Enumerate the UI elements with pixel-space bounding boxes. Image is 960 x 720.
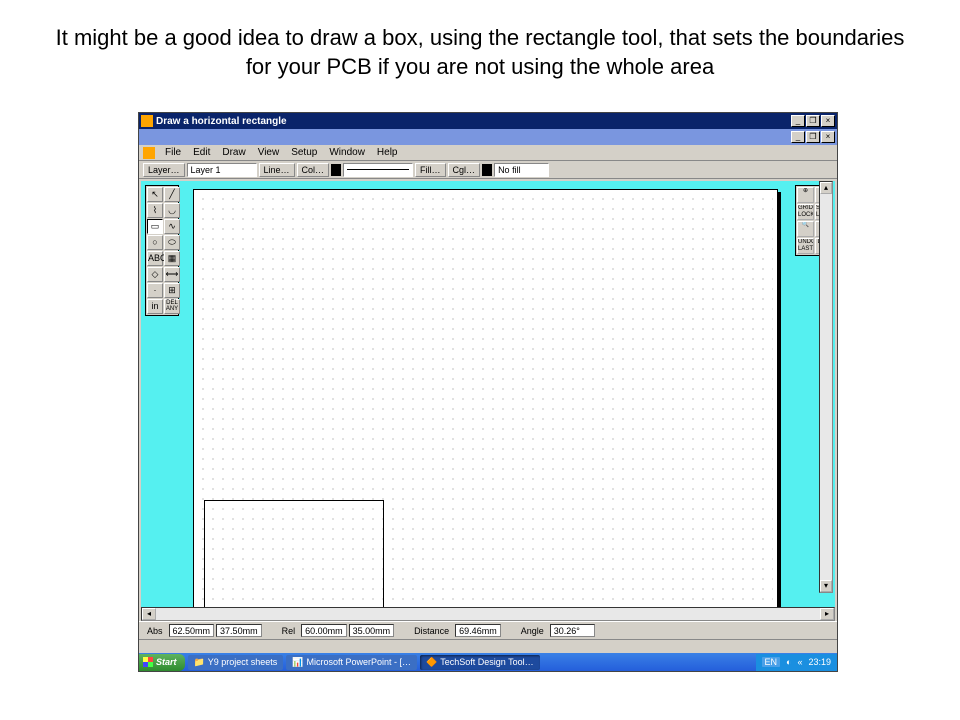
close-button[interactable]: × [821,115,835,127]
point-tool[interactable]: · [147,283,163,298]
line-button[interactable]: Line… [259,163,295,177]
layer-field[interactable]: Layer 1 [187,163,257,177]
minimize-button[interactable]: _ [791,115,805,127]
rectangle-tool[interactable]: ▭ [147,219,163,234]
text-tool[interactable]: ABC [147,251,163,266]
cgl-button[interactable]: Cgl… [448,163,481,177]
task-powerpoint-label: Microsoft PowerPoint - [… [307,657,412,667]
drawn-rectangle[interactable] [204,500,384,610]
property-toolbar: Layer… Layer 1 Line… Col… Fill… Cgl… No … [139,161,837,179]
circle-tool[interactable]: ○ [147,235,163,250]
drawing-page[interactable] [193,189,778,619]
app-icon [141,115,153,127]
angle-value: 30.26° [550,624,595,637]
hatch-tool[interactable]: ▦ [164,251,180,266]
vertical-scrollbar[interactable]: ▴ ▾ [819,181,833,593]
menu-view[interactable]: View [253,147,285,158]
abs-label: Abs [143,626,167,636]
pan-tool[interactable]: ⊕ [797,187,814,203]
angle-label: Angle [517,626,548,636]
menu-app-icon [143,147,155,159]
vscroll-track[interactable] [820,194,832,580]
curve-tool[interactable]: ∿ [164,219,180,234]
grid-lock-button[interactable]: GRID LOCK [797,204,814,220]
clock: 23:19 [808,657,831,667]
titlebar: Draw a horizontal rectangle _ ❐ × [139,113,837,129]
rel-x-value: 60.00mm [301,624,347,637]
dimension-tool[interactable]: ⟷ [164,267,180,282]
child-maximize-button[interactable]: ❐ [806,131,820,143]
language-indicator[interactable]: EN [762,657,781,667]
shape1-tool[interactable]: ◇ [147,267,163,282]
resize-bar [139,639,837,653]
scroll-right-button[interactable]: ▸ [820,608,834,620]
component-tool[interactable]: ⊞ [164,283,180,298]
windows-icon [143,657,153,667]
menu-window[interactable]: Window [324,147,370,158]
layer-button[interactable]: Layer… [143,163,185,177]
task-techsoft[interactable]: 🔶 TechSoft Design Tool… [420,655,540,670]
polyline-tool[interactable]: ⌇ [147,203,163,218]
workspace: ↖ ╱ ⌇ ◡ ▭ ∿ ○ ⬭ ABC ▦ ◇ ⟷ · ⊞ in DEL ANY… [139,181,837,621]
hscroll-track[interactable] [156,608,820,620]
child-minimize-button[interactable]: _ [791,131,805,143]
line-tool[interactable]: ╱ [164,187,180,202]
task-folder-label: Y9 project sheets [208,657,278,667]
child-close-button[interactable]: × [821,131,835,143]
fill-color-swatch[interactable] [482,164,492,176]
rel-y-value: 35.00mm [349,624,395,637]
tool-palette: ↖ ╱ ⌇ ◡ ▭ ∿ ○ ⬭ ABC ▦ ◇ ⟷ · ⊞ in DEL ANY [145,185,179,316]
undo-button[interactable]: UNDO LAST [797,238,814,254]
arc-tool[interactable]: ◡ [164,203,180,218]
fill-button[interactable]: Fill… [415,163,446,177]
ellipse-tool[interactable]: ⬭ [164,235,180,250]
maximize-button[interactable]: ❐ [806,115,820,127]
line-color-swatch[interactable] [331,164,341,176]
zoom-out-button[interactable]: 🔍 [797,221,814,237]
tray-icon[interactable]: ◐ [786,657,791,667]
menu-help[interactable]: Help [372,147,403,158]
rel-label: Rel [278,626,300,636]
menubar: File Edit Draw View Setup Window Help [139,145,837,161]
folder-icon: 📁 [194,657,205,668]
techsoft-icon: 🔶 [426,657,437,668]
abs-y-value: 37.50mm [216,624,262,637]
distance-label: Distance [410,626,453,636]
tray-chevron-icon[interactable]: « [797,657,802,667]
scroll-up-button[interactable]: ▴ [820,182,832,194]
scroll-down-button[interactable]: ▾ [820,580,832,592]
menu-file[interactable]: File [160,147,186,158]
task-powerpoint[interactable]: 📊 Microsoft PowerPoint - [… [286,655,417,670]
canvas-area: ↖ ╱ ⌇ ◡ ▭ ∿ ○ ⬭ ABC ▦ ◇ ⟷ · ⊞ in DEL ANY… [141,181,835,607]
powerpoint-icon: 📊 [292,657,303,668]
task-folder[interactable]: 📁 Y9 project sheets [188,655,284,670]
scroll-left-button[interactable]: ◂ [142,608,156,620]
abs-x-value: 62.50mm [169,624,215,637]
select-tool[interactable]: ↖ [147,187,163,202]
taskbar: Start 📁 Y9 project sheets 📊 Microsoft Po… [139,653,837,671]
child-titlebar: _ ❐ × [139,129,837,145]
distance-value: 69.46mm [455,624,501,637]
menu-draw[interactable]: Draw [217,147,250,158]
measure-tool[interactable]: in [147,299,163,314]
window-title: Draw a horizontal rectangle [156,116,791,127]
slide-title: It might be a good idea to draw a box, u… [0,0,960,93]
task-techsoft-label: TechSoft Design Tool… [440,657,533,667]
menu-edit[interactable]: Edit [188,147,215,158]
app-window: Draw a horizontal rectangle _ ❐ × _ ❐ × … [138,112,838,672]
line-style-field[interactable] [343,163,413,177]
delete-any-tool[interactable]: DEL ANY [164,299,180,314]
horizontal-scrollbar[interactable]: ◂ ▸ [141,607,835,621]
status-bar: Abs 62.50mm 37.50mm Rel 60.00mm 35.00mm … [139,621,837,639]
fill-value-field[interactable]: No fill [494,163,549,177]
color-button[interactable]: Col… [297,163,330,177]
start-label: Start [156,657,177,667]
system-tray: EN ◐ « 23:19 [756,654,838,671]
start-button[interactable]: Start [139,654,185,671]
menu-setup[interactable]: Setup [286,147,322,158]
